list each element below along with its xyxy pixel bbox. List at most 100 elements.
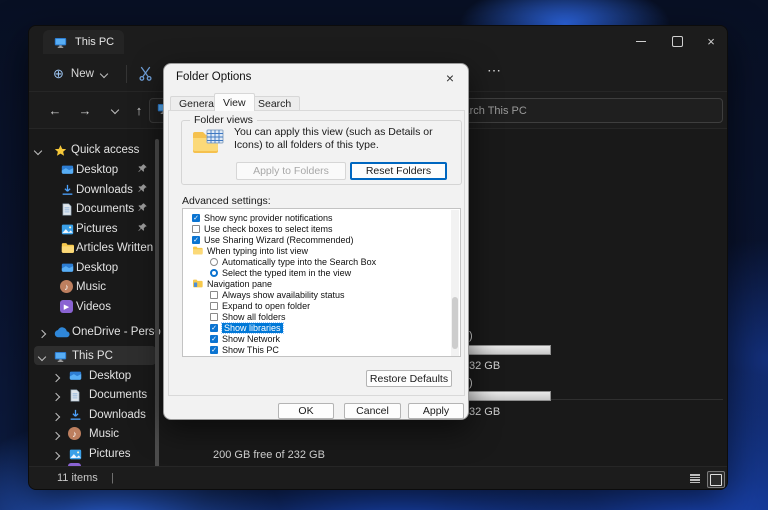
navigation-pane-icon <box>192 279 203 288</box>
sidebar-item-pc-desktop[interactable]: Desktop <box>29 366 161 385</box>
new-button[interactable]: ⊕ New <box>43 61 117 87</box>
sidebar-scrollbar[interactable] <box>155 139 159 466</box>
new-button-label: New <box>71 68 94 80</box>
list-scrollbar-thumb[interactable] <box>452 297 458 349</box>
sidebar-item-documents[interactable]: Documents <box>29 199 161 218</box>
back-icon[interactable]: ← <box>45 100 65 120</box>
sidebar-item-pc-downloads[interactable]: Downloads <box>29 405 161 424</box>
checkbox-unchecked[interactable] <box>192 225 200 233</box>
checkbox-checked[interactable]: ✓ <box>210 324 218 332</box>
recent-locations-icon[interactable] <box>105 100 125 120</box>
drive-free-space: 200 GB free of 232 GB <box>213 449 325 461</box>
status-bar: 11 items | <box>29 466 728 490</box>
tab-view[interactable]: View <box>214 93 255 111</box>
folder-views-icon <box>192 129 224 158</box>
close-button[interactable]: × <box>694 26 728 56</box>
setting-group-row[interactable]: Navigation pane <box>183 278 460 289</box>
status-separator: | <box>111 472 114 484</box>
radio-unselected[interactable] <box>210 258 218 266</box>
cancel-button[interactable]: Cancel <box>344 403 401 419</box>
folder-options-dialog: Folder Options × General View Search Fol… <box>163 63 469 420</box>
folder-views-group: Folder views You can apply this view (su… <box>181 120 462 185</box>
ok-button[interactable]: OK <box>278 403 334 419</box>
restore-defaults-button[interactable]: Restore Defaults <box>366 370 452 387</box>
sidebar-item-onedrive[interactable]: OneDrive - Person <box>29 322 161 341</box>
pin-icon <box>137 222 149 234</box>
search-input[interactable] <box>442 99 722 122</box>
forward-icon[interactable]: → <box>75 100 95 120</box>
setting-row[interactable]: ✓ Show Network <box>183 333 461 344</box>
large-icons-view-icon[interactable] <box>707 471 725 488</box>
item-count: 11 items <box>57 472 98 484</box>
cut-icon[interactable] <box>137 65 154 87</box>
sidebar-item-desktop[interactable]: Desktop <box>29 160 161 179</box>
setting-row[interactable]: Use check boxes to select items <box>183 223 460 234</box>
sidebar-item-pc-music[interactable]: ♪ Music <box>29 424 161 443</box>
pin-icon <box>137 202 149 214</box>
drive-usage-bar <box>465 345 551 355</box>
desktop-icon <box>68 369 82 383</box>
chevron-down-icon <box>100 70 108 78</box>
setting-row[interactable]: Always show availability status <box>183 289 461 300</box>
setting-row[interactable]: ✓ Show This PC <box>183 344 461 355</box>
sidebar-item-articles-written[interactable]: Articles Written <box>29 238 161 257</box>
folder-views-description: You can apply this view (such as Details… <box>234 126 462 152</box>
details-view-icon[interactable] <box>687 471 703 486</box>
setting-row[interactable]: Automatically type into the Search Box <box>183 256 461 267</box>
screen: This PC × ⊕ New ⋯ ← → ↑ <box>0 0 768 510</box>
radio-selected[interactable] <box>210 269 218 277</box>
sidebar-item-pc-documents[interactable]: Documents <box>29 385 161 404</box>
sidebar-item-desktop-2[interactable]: Desktop <box>29 258 161 277</box>
documents-icon <box>68 388 82 402</box>
setting-group-row[interactable]: When typing into list view <box>183 245 460 256</box>
sidebar-item-music[interactable]: ♪ Music <box>29 277 161 296</box>
music-icon: ♪ <box>60 280 73 293</box>
navigation-pane: Quick access Desktop Downloads Documents <box>29 129 161 466</box>
list-scrollbar[interactable] <box>451 210 459 356</box>
view-tab-page: Folder views You can apply this view (su… <box>168 110 465 396</box>
tab-search[interactable]: Search <box>249 96 300 111</box>
checkbox-unchecked[interactable] <box>210 291 218 299</box>
checkbox-checked[interactable]: ✓ <box>210 346 218 354</box>
sidebar-item-this-pc[interactable]: This PC <box>34 346 156 365</box>
dialog-title: Folder Options <box>176 71 251 83</box>
advanced-settings-label: Advanced settings: <box>182 195 271 207</box>
dialog-close-icon[interactable]: × <box>441 69 459 87</box>
window-tab-this-pc[interactable]: This PC <box>43 30 124 54</box>
checkbox-checked[interactable]: ✓ <box>192 214 200 222</box>
see-more-icon[interactable]: ⋯ <box>487 62 501 79</box>
checkbox-checked[interactable]: ✓ <box>210 335 218 343</box>
setting-row[interactable]: Expand to open folder <box>183 300 461 311</box>
sidebar-item-downloads[interactable]: Downloads <box>29 180 161 199</box>
setting-row-selected[interactable]: ✓ Show libraries <box>183 322 461 333</box>
checkbox-unchecked[interactable] <box>210 313 218 321</box>
window-title: This PC <box>75 36 114 48</box>
sidebar-item-quick-access[interactable]: Quick access <box>29 140 161 159</box>
pictures-icon <box>68 447 82 461</box>
setting-row[interactable]: Select the typed item in the view <box>183 267 461 278</box>
folder-icon <box>192 246 203 255</box>
onedrive-cloud-icon <box>53 325 70 339</box>
maximize-button[interactable] <box>660 26 694 56</box>
sidebar-item-videos[interactable]: ▶ Videos <box>29 297 161 316</box>
minimize-button[interactable] <box>624 26 658 56</box>
advanced-settings-list: ✓ Show sync provider notifications Use c… <box>182 208 461 357</box>
setting-row[interactable]: ✓ Show sync provider notifications <box>183 212 460 223</box>
checkbox-unchecked[interactable] <box>210 302 218 310</box>
folder-views-legend: Folder views <box>190 114 257 126</box>
setting-row[interactable]: Show all folders <box>183 311 461 322</box>
reset-folders-button[interactable]: Reset Folders <box>350 162 447 180</box>
pictures-icon <box>60 222 74 236</box>
checkbox-checked[interactable]: ✓ <box>192 236 200 244</box>
dialog-footer: OK Cancel Apply <box>164 396 468 420</box>
plus-circle-icon: ⊕ <box>53 66 64 82</box>
up-icon[interactable]: ↑ <box>129 100 149 120</box>
apply-to-folders-button[interactable]: Apply to Folders <box>236 162 346 180</box>
star-icon <box>53 143 67 157</box>
pin-icon <box>137 183 149 195</box>
setting-row[interactable]: ✓ Use Sharing Wizard (Recommended) <box>183 234 460 245</box>
apply-button[interactable]: Apply <box>408 403 464 419</box>
folder-icon <box>60 241 74 255</box>
pin-icon <box>137 163 149 175</box>
sidebar-item-pictures[interactable]: Pictures <box>29 219 161 238</box>
